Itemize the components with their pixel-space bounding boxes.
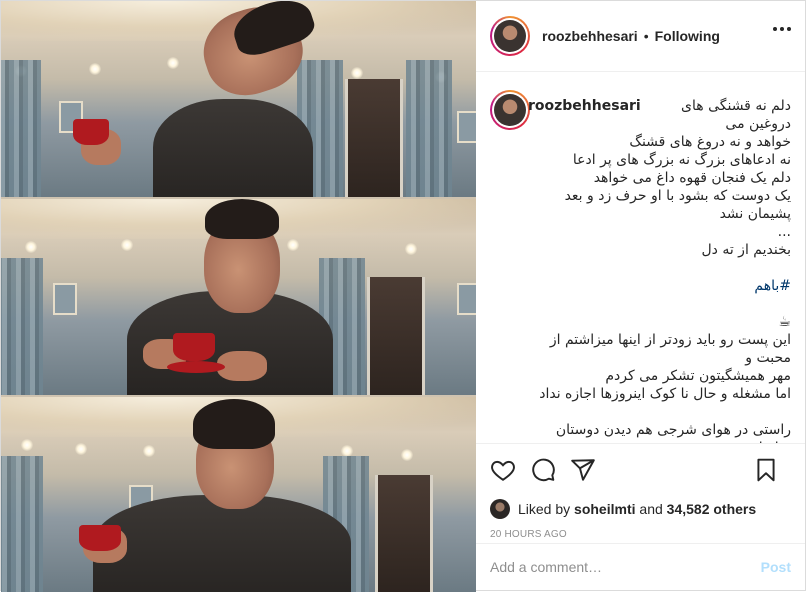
post-photo-collage[interactable]	[1, 1, 476, 592]
comment-input[interactable]	[490, 559, 761, 575]
caption-line	[536, 403, 791, 421]
author-username[interactable]: roozbehhesari	[542, 28, 638, 44]
caption-hashtag[interactable]: #باهم	[536, 277, 791, 295]
bookmark-icon[interactable]	[753, 457, 779, 483]
caption-line: دلم یک فنجان قهوه داغ می خواهد	[593, 170, 791, 186]
post-timestamp[interactable]: 20 HOURS AGO	[476, 523, 805, 545]
post-caption: roozbehhesari دلم نه قشنگی های دروغین می خ…	[476, 72, 805, 443]
action-bar	[476, 443, 805, 495]
caption-line: نه ادعاهای بزرگ نه بزرگ های پر ادعا	[572, 152, 791, 168]
caption-username[interactable]: roozbehhesari	[528, 97, 641, 115]
caption-line: اما مشغله و حال نا کوک اینروزها اجازه ند…	[539, 386, 791, 402]
caption-line: راستی در هوای شرجی هم دیدن دوستان تماشای…	[555, 422, 791, 443]
likes-prefix: Liked by	[518, 501, 571, 517]
photo-panel-looking-down	[1, 397, 476, 592]
post-sidebar: roozbehhesari • Following roozbehhesari د…	[476, 1, 805, 590]
post-header: roozbehhesari • Following	[476, 1, 805, 72]
caption-line: این پست رو باید زودتر از اینها میزاشتم ا…	[549, 332, 791, 366]
post-comment-button[interactable]: Post	[761, 559, 791, 575]
comment-form: Post	[476, 543, 805, 590]
caption-line	[536, 295, 791, 313]
caption-line: یک دوست که بشود با او حرف زد و بعد پشیما…	[564, 188, 791, 222]
caption-line: ☕	[778, 314, 791, 330]
following-button[interactable]: Following	[655, 28, 720, 44]
caption-author-avatar[interactable]	[490, 90, 530, 130]
caption-text: roozbehhesari دلم نه قشنگی های دروغین می خ…	[528, 97, 791, 443]
caption-line: مهر همیشگیتون تشکر می کردم	[605, 368, 791, 384]
likes-count[interactable]: 34,582 others	[667, 501, 757, 517]
photo-panel-smiling	[1, 199, 476, 395]
likes-conjunction: and	[639, 501, 663, 517]
liker-username[interactable]: soheilmti	[574, 501, 635, 517]
caption-line	[536, 259, 791, 277]
caption-line: دلم نه قشنگی های دروغین می	[681, 98, 791, 132]
separator-dot: •	[643, 28, 649, 44]
photo-panel-laughing	[1, 1, 476, 197]
likes-summary: Liked by soheilmti and 34,582 others	[476, 495, 805, 523]
caption-line: ...	[777, 224, 791, 240]
caption-line: بخندیم از ته دل	[701, 242, 791, 258]
caption-line: خواهد و نه دروغ های قشنگ	[629, 134, 791, 150]
comment-icon[interactable]	[530, 457, 556, 483]
author-avatar[interactable]	[490, 16, 530, 56]
liker-avatar[interactable]	[490, 499, 510, 519]
instagram-post: roozbehhesari • Following roozbehhesari د…	[0, 0, 806, 592]
caption-line: roozbehhesari دلم نه قشنگی های دروغین می	[528, 97, 791, 133]
more-options-icon[interactable]	[773, 27, 791, 31]
heart-icon[interactable]	[490, 457, 516, 483]
share-icon[interactable]	[570, 457, 596, 483]
